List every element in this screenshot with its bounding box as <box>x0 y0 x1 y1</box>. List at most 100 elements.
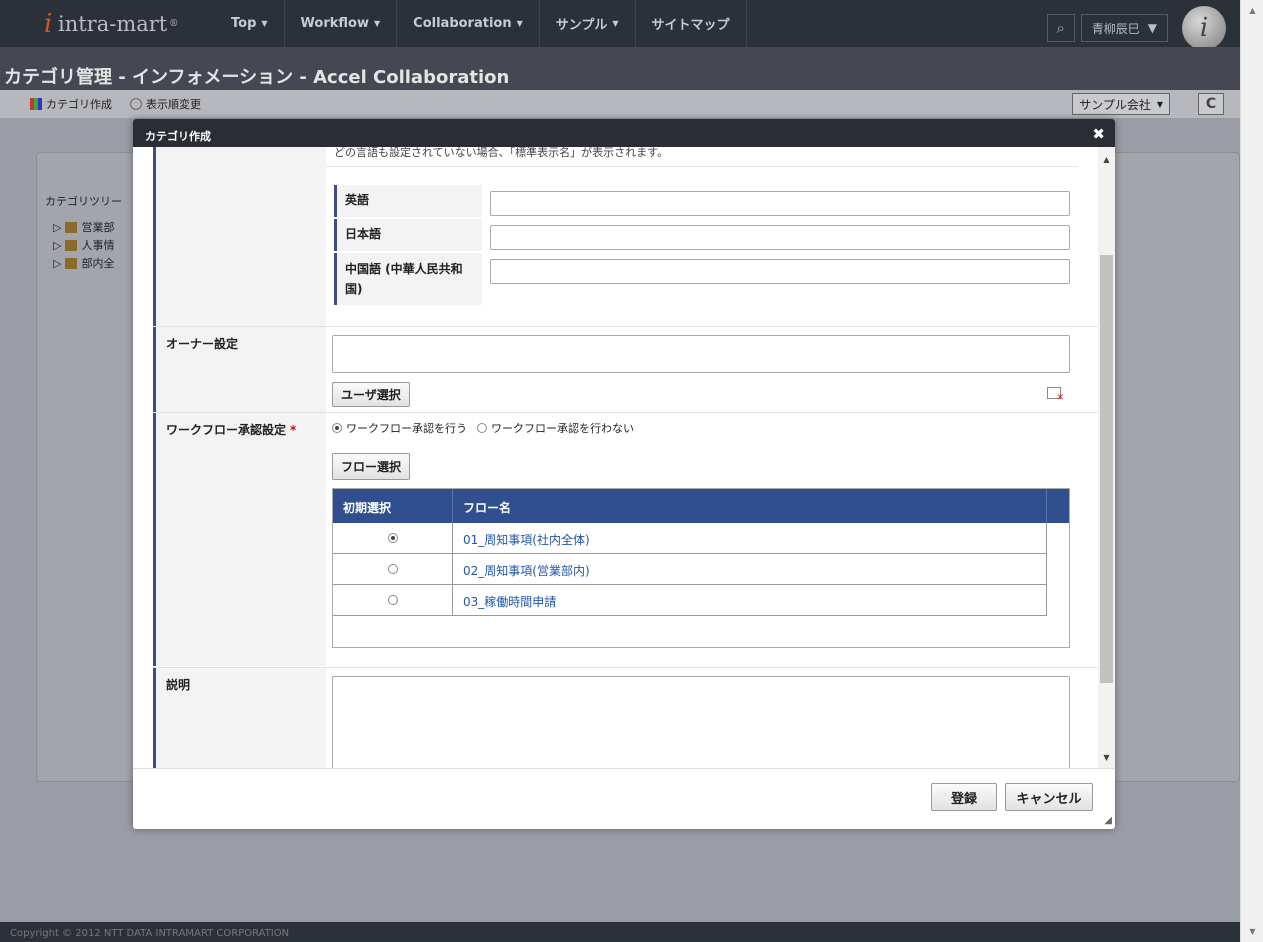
workflow-off-radio[interactable] <box>477 423 487 433</box>
workflow-on-radio[interactable] <box>332 423 342 433</box>
display-name-label-cell <box>153 147 326 326</box>
page-scrollbar[interactable]: ▲ ▼ <box>1240 0 1263 942</box>
caret-down-icon: ▼ <box>374 19 381 28</box>
nav-right: ⌕ 青柳辰巳 ▼ i <box>1046 6 1226 50</box>
cancel-button[interactable]: キャンセル <box>1005 783 1093 811</box>
caret-down-icon: ▼ <box>261 19 268 28</box>
register-button[interactable]: 登録 <box>931 783 997 811</box>
lang-input-cell <box>482 185 1078 217</box>
required-mark: * <box>290 423 297 437</box>
dialog-scrollbar[interactable]: ▲ ▼ <box>1098 147 1115 768</box>
tree-item[interactable]: ▷ 人事情 <box>53 237 122 253</box>
page-title: カテゴリ管理 - インフォメーション - Accel Collaboration <box>0 47 1240 90</box>
table-row: 02_周知事項(営業部内) <box>333 554 1047 585</box>
chinese-name-input[interactable] <box>490 259 1070 284</box>
create-category-button[interactable]: カテゴリ作成 <box>30 96 112 112</box>
clear-owner-icon[interactable] <box>1047 387 1064 403</box>
initial-select-radio[interactable] <box>387 533 398 543</box>
change-order-button[interactable]: 表示順変更 <box>130 96 201 112</box>
lang-row-chinese: 中国語 (中華人民共和国) <box>334 253 1078 305</box>
lang-label-chinese: 中国語 (中華人民共和国) <box>334 253 482 305</box>
flow-table-header: 初期選択 フロー名 <box>333 489 1069 523</box>
lang-row-english: 英語 <box>334 185 1078 217</box>
caret-down-icon: ▼ <box>1147 21 1157 35</box>
table-row: 01_周知事項(社内全体) <box>333 523 1047 554</box>
flow-name-link[interactable]: 01_周知事項(社内全体) <box>453 523 600 553</box>
initial-select-radio[interactable] <box>387 564 398 574</box>
nav-workflow[interactable]: Workflow ▼ <box>285 0 398 47</box>
dialog-buttons: 登録 キャンセル <box>931 783 1093 811</box>
dialog-footer: 登録 キャンセル ◢ <box>133 768 1115 829</box>
user-name: 青柳辰巳 <box>1091 21 1140 36</box>
expand-icon[interactable]: ▷ <box>53 257 61 270</box>
nav-sample-label: サンプル <box>555 18 608 33</box>
radio-cell <box>333 523 453 553</box>
scroll-up-icon[interactable]: ▲ <box>1241 6 1263 15</box>
lang-label-japanese: 日本語 <box>334 219 482 251</box>
scroll-down-icon[interactable]: ▼ <box>1098 753 1115 762</box>
japanese-name-input[interactable] <box>490 225 1070 250</box>
resize-handle-icon[interactable]: ◢ <box>1104 815 1112 826</box>
sub-toolbar: カテゴリ作成 表示順変更 サンプル会社 ▼ C <box>0 90 1240 118</box>
folder-icon <box>65 221 78 233</box>
tree-item-label: 人事情 <box>81 239 115 252</box>
workflow-label: ワークフロー承認設定 <box>166 423 287 437</box>
flow-name-link[interactable]: 02_周知事項(営業部内) <box>453 554 600 584</box>
logo-registered-mark: ® <box>169 18 179 29</box>
scroll-up-icon[interactable]: ▲ <box>1098 155 1115 164</box>
dialog-body: どの言語も設定されていない場合、「標準表示名」が表示されます。 英語 日本語 中… <box>133 147 1115 768</box>
folder-icon <box>65 257 78 269</box>
lang-input-cell <box>482 219 1078 251</box>
tree-item[interactable]: ▷ 部内全 <box>53 255 122 271</box>
scroll-down-icon[interactable]: ▼ <box>1241 927 1263 936</box>
table-row: 03_稼働時間申請 <box>333 585 1047 616</box>
nav-collaboration-label: Collaboration <box>413 16 512 31</box>
create-category-dialog: カテゴリ作成 ✖ どの言語も設定されていない場合、「標準表示名」が表示されます。… <box>133 119 1115 829</box>
lang-label-english: 英語 <box>334 185 482 217</box>
search-icon[interactable]: ⌕ <box>1046 14 1075 42</box>
expand-icon[interactable]: ▷ <box>53 239 61 252</box>
create-category-label: カテゴリ作成 <box>46 98 112 111</box>
company-select[interactable]: サンプル会社 ▼ <box>1072 93 1170 115</box>
nav-sitemap[interactable]: サイトマップ <box>636 0 747 47</box>
change-order-label: 表示順変更 <box>146 98 201 111</box>
workflow-radio-group: ワークフロー承認を行う ワークフロー承認を行わない <box>332 420 634 436</box>
tree-item[interactable]: ▷ 営業部 <box>53 219 122 235</box>
nav-sample[interactable]: サンプル ▼ <box>540 0 636 47</box>
close-icon[interactable]: ✖ <box>1092 125 1105 143</box>
footer: Copyright © 2012 NTT DATA INTRAMART CORP… <box>0 922 1240 942</box>
description-textarea[interactable] <box>332 676 1070 768</box>
caret-down-icon: ▼ <box>516 19 523 28</box>
workflow-off-label[interactable]: ワークフロー承認を行わない <box>491 420 634 436</box>
caret-down-icon: ▼ <box>1156 99 1163 109</box>
english-name-input[interactable] <box>490 191 1070 216</box>
logo-text: intra-mart <box>58 11 168 36</box>
workflow-on-label[interactable]: ワークフロー承認を行う <box>346 420 467 436</box>
avatar[interactable]: i <box>1182 6 1226 50</box>
nav-sitemap-label: サイトマップ <box>651 18 730 33</box>
dialog-title-bar[interactable]: カテゴリ作成 ✖ <box>133 119 1115 147</box>
category-tree: カテゴリツリー ▷ 営業部 ▷ 人事情 ▷ 部内全 <box>45 193 122 273</box>
nav-workflow-label: Workflow <box>300 16 369 31</box>
refresh-icon[interactable]: C <box>1198 93 1224 115</box>
flow-table: 初期選択 フロー名 01_周知事項(社内全体) 02_周知事項(営業部内) 03… <box>332 488 1070 648</box>
lang-row-japanese: 日本語 <box>334 219 1078 251</box>
flow-select-button[interactable]: フロー選択 <box>332 453 411 480</box>
top-nav: i intra-mart ® Top ▼ Workflow ▼ Collaborati… <box>0 0 1240 50</box>
user-select-button[interactable]: ユーザ選択 <box>332 382 410 407</box>
nav-collaboration[interactable]: Collaboration ▼ <box>397 0 540 47</box>
logo[interactable]: i intra-mart ® <box>0 0 215 47</box>
initial-select-radio[interactable] <box>387 595 398 605</box>
flow-name-link[interactable]: 03_稼働時間申請 <box>453 585 566 615</box>
tree-item-label: 部内全 <box>81 257 115 270</box>
language-note: どの言語も設定されていない場合、「標準表示名」が表示されます。 <box>326 147 1078 167</box>
user-menu[interactable]: 青柳辰巳 ▼ <box>1080 14 1168 42</box>
owner-field[interactable] <box>332 335 1070 373</box>
scrollbar-thumb[interactable] <box>1100 255 1113 683</box>
expand-icon[interactable]: ▷ <box>53 221 61 234</box>
tree-item-label: 営業部 <box>81 221 115 234</box>
nav-top[interactable]: Top ▼ <box>215 0 285 47</box>
nav-top-label: Top <box>231 16 257 31</box>
lang-input-cell <box>482 253 1078 305</box>
col-header-initial: 初期選択 <box>333 489 453 523</box>
